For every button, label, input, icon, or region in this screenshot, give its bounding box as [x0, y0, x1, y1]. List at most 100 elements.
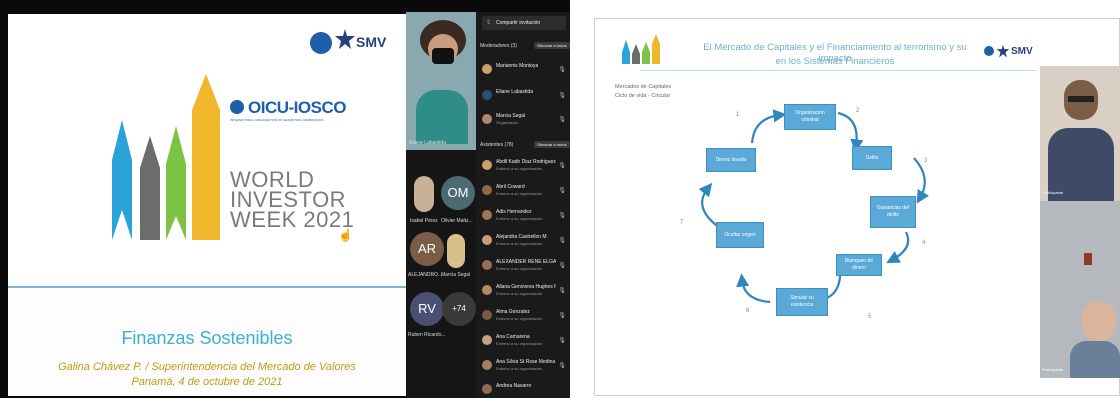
cycle-num-5: 5 — [868, 314, 872, 320]
mute-attendees-button[interactable]: Silenciar a todos — [534, 141, 570, 148]
moderator-name: Marcia Segal — [496, 113, 526, 119]
speaker-video[interactable]: Eliane Labastida — [406, 12, 476, 150]
attendee-name: Abril Coward — [496, 184, 525, 190]
moderator-name: Mariannis Montoya — [496, 63, 539, 69]
iosco-emblem-icon — [230, 100, 244, 114]
attendee-sub: Externo a su organización — [496, 266, 543, 271]
participant-name-5: Ruben Ricardo... — [408, 332, 446, 338]
attendee-name: Ana Silvia St Rose Medina — [496, 359, 556, 365]
more-participants-badge[interactable]: +74 — [442, 292, 476, 326]
iosco-logo-text: OICU-IOSCO — [248, 98, 346, 117]
avatar — [482, 160, 492, 170]
avatar — [482, 235, 492, 245]
mic-icon[interactable]: 🎙 — [558, 262, 566, 269]
attendee-row[interactable]: Ana Camarena Externo a su organización 🎙 — [482, 333, 568, 351]
attendee-name: ALEXANDER RENE ELGAAA R... — [496, 259, 556, 265]
mic-icon[interactable]: 🎙 — [558, 312, 566, 319]
slide-topic: Finanzas Sostenibles — [121, 328, 293, 348]
mic-icon[interactable]: 🎙 — [558, 66, 566, 73]
mic-icon[interactable]: 🎙 — [558, 187, 566, 194]
attendee-sub: Externo a su organización — [496, 366, 543, 371]
attendees-header[interactable]: Asistentes (78) — [480, 142, 513, 148]
mic-icon[interactable]: 🎙 — [558, 287, 566, 294]
attendee-name: Adis Hernandez — [496, 209, 532, 215]
attendee-row[interactable]: Abdil Kadir Diaz Rodriguez Externo a su o… — [482, 158, 568, 176]
slide-date: Panamá, 4 de octubre de 2021 — [131, 376, 283, 388]
mic-icon[interactable]: 🎙 — [558, 337, 566, 344]
participant-avatar-5[interactable]: RV — [410, 292, 444, 326]
attendee-row[interactable]: Alma Gonzalez Externo a su organización 🎙 — [482, 308, 568, 326]
cycle-arrows — [698, 109, 930, 306]
camera-feed-1[interactable]: Participante — [1040, 66, 1120, 201]
moderator-row[interactable]: Eliane Labastida 🎙 — [482, 88, 568, 106]
cycle-node-5: Simular su existencia — [776, 288, 828, 316]
iosco-tagline: INTERNATIONAL ORGANIZATION OF SECURITIES… — [230, 118, 324, 122]
share-invite-button[interactable]: ⇪ Compartir invitación — [482, 16, 566, 30]
attendee-name: Allana Genoveva Hughes Pinzy — [496, 284, 556, 290]
cycle-node-2: Delito — [852, 146, 892, 170]
avatar — [482, 360, 492, 370]
camera-label-1: Participante — [1042, 190, 1064, 195]
avatar — [482, 260, 492, 270]
attendee-row[interactable]: ALEXANDER RENE ELGAAA R...Externo a su o… — [482, 258, 568, 276]
person-head — [1082, 301, 1116, 341]
share-icon: ⇪ — [486, 20, 492, 26]
attendee-row[interactable]: Allana Genoveva Hughes PinzyExterno a su… — [482, 283, 568, 301]
mic-icon[interactable]: 🎙 — [558, 362, 566, 369]
cycle-node-3: Ganancias del delito — [870, 196, 916, 228]
avatar — [482, 210, 492, 220]
cycle-num-3: 3 — [924, 158, 928, 164]
attendee-sub: Externo a su organización — [496, 341, 543, 346]
smv-star-icon — [334, 28, 356, 50]
attendee-row[interactable]: Abril Coward Externo a su organización 🎙 — [482, 183, 568, 201]
attendee-row[interactable]: Alejandra Castrellon M Externo a su organ… — [482, 233, 568, 251]
mouse-cursor-icon: ☝ — [338, 228, 353, 242]
share-invite-label: Compartir invitación — [496, 20, 541, 26]
participant-name-1: Isabel Pérez — [410, 218, 438, 224]
mic-icon[interactable]: 🎙 — [558, 212, 566, 219]
person-body — [1070, 341, 1120, 378]
cycle-num-2: 2 — [856, 108, 860, 114]
attendee-sub: Externo a su organización — [496, 166, 543, 171]
attendee-row[interactable]: Andrea Navarro — [482, 382, 568, 400]
attendee-sub: Externo a su organización — [496, 191, 543, 196]
avatar — [482, 185, 492, 195]
mute-moderators-button[interactable]: Silenciar a todos — [534, 42, 570, 49]
wall-picture — [1084, 253, 1092, 265]
participants-panel: ⇪ Compartir invitación Moderadores (3) S… — [476, 12, 570, 398]
attendee-sub: Externo a su organización — [496, 216, 543, 221]
moderators-header[interactable]: Moderadores (3) — [480, 43, 517, 49]
participant-photo-4[interactable] — [447, 234, 465, 268]
avatar — [482, 64, 492, 74]
cycle-node-6: Ocultar origen — [716, 222, 764, 248]
slide-author: Galina Chávez P. / Superintendencia del … — [58, 361, 356, 373]
mic-icon[interactable]: 🎙 — [558, 116, 566, 123]
participant-name-2: Olivier Maltz... — [441, 218, 473, 224]
attendee-name: Alejandra Castrellon M — [496, 234, 547, 240]
shared-slide: SMV OICU-IOSCO INTERNATIONAL ORGANIZATIO… — [8, 14, 406, 396]
moderator-name: Eliane Labastida — [496, 89, 533, 95]
mic-icon[interactable]: 🎙 — [558, 162, 566, 169]
cycle-node-4: Blanqueo de dinero — [836, 254, 882, 276]
attendee-sub: Externo a su organización — [496, 241, 543, 246]
attendee-row[interactable]: Ana Silvia St Rose Medina Externo a su or… — [482, 358, 568, 376]
mic-icon[interactable]: 🎙 — [558, 237, 566, 244]
mic-icon[interactable]: 🎙 — [558, 92, 566, 99]
avatar — [482, 384, 492, 394]
cycle-num-4: 4 — [922, 240, 926, 246]
speaker-shoulders — [416, 90, 468, 144]
participant-photo-1[interactable] — [414, 176, 434, 212]
moderator-role: Organizador — [496, 120, 519, 125]
moderator-row[interactable]: Mariannis Montoya 🎙 — [482, 62, 568, 80]
attendee-row[interactable]: Adis Hernandez Externo a su organización 🎙 — [482, 208, 568, 226]
moderator-row[interactable]: Marcia Segal Organizador 🎙 — [482, 112, 568, 130]
camera-feed-2[interactable]: Participante — [1040, 201, 1120, 378]
avatar — [482, 90, 492, 100]
participant-name-3: ALEJANDRO... — [408, 272, 443, 278]
camera-label-2: Participante — [1042, 367, 1064, 372]
participant-avatar-3[interactable]: AR — [410, 232, 444, 266]
face-mask-icon — [432, 48, 454, 64]
glasses-icon — [1068, 96, 1094, 102]
participant-avatar-2[interactable]: OM — [441, 176, 475, 210]
attendee-sub: Externo a su organización — [496, 291, 543, 296]
